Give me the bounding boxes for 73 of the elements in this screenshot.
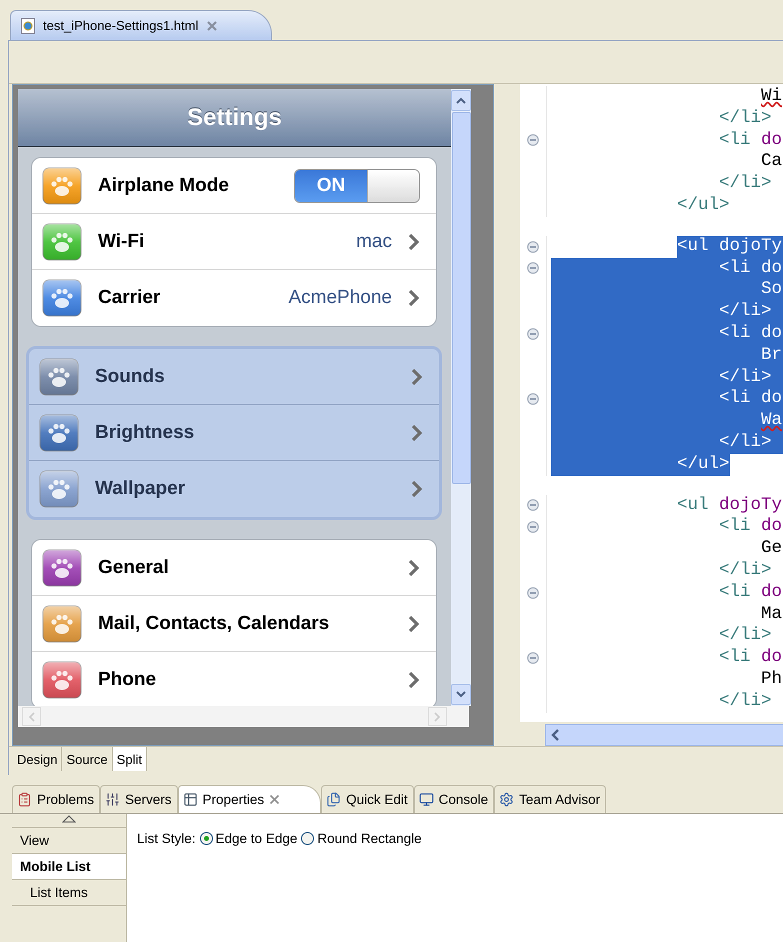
chevron-icon (411, 424, 423, 442)
collapse-icon[interactable] (527, 652, 539, 664)
section-tab[interactable]: Mobile List (12, 854, 126, 880)
panel-tab[interactable]: Servers (100, 785, 178, 813)
toggle-switch[interactable]: ON (294, 168, 420, 202)
code-line: Ma (761, 604, 782, 626)
radio-option[interactable]: Round Rectangle (301, 831, 422, 846)
collapse-icon[interactable] (527, 262, 539, 274)
row-label: Mail, Contacts, Calendars (98, 612, 330, 634)
chevron-icon (408, 289, 420, 307)
code-line: Ca (761, 151, 782, 174)
mode-tab[interactable]: Split (112, 747, 147, 771)
chevron-icon (408, 671, 420, 689)
code-line: <li do (719, 130, 782, 152)
code-line: <ul dojoTy (677, 494, 782, 516)
close-icon[interactable] (269, 794, 280, 805)
up-arrow-icon[interactable] (62, 814, 76, 824)
code-line: </li> (719, 625, 772, 648)
code-line: Wi (761, 86, 782, 108)
mode-tab[interactable]: Design (13, 747, 62, 771)
code-line: Ge (761, 538, 782, 560)
collapse-icon[interactable] (527, 393, 539, 406)
chevron-icon (408, 232, 420, 250)
collapse-icon[interactable] (527, 521, 539, 534)
collapse-icon[interactable] (527, 586, 539, 599)
code-line: </li> (719, 173, 772, 195)
collapse-icon[interactable] (527, 499, 539, 512)
editor-tab[interactable]: test_iPhone-Settings1.html (10, 10, 272, 40)
radio-option[interactable]: Edge to Edge (200, 831, 298, 846)
panel-tab[interactable]: Team Advisor (494, 785, 606, 813)
chevron-icon (411, 480, 423, 498)
sliders-icon (105, 792, 120, 807)
code-line: <li do (719, 516, 782, 538)
collapse-icon[interactable] (527, 328, 539, 340)
row-value: AcmePhone (288, 287, 392, 309)
panel-tab[interactable]: Quick Edit (321, 785, 414, 813)
settings-group[interactable]: General Mail, Contacts, Calendars Phone (31, 539, 437, 706)
row-label: Wallpaper (95, 478, 186, 500)
row-value: mac (356, 230, 392, 252)
gear-icon (499, 792, 514, 807)
row-label: Phone (98, 669, 158, 691)
documents-icon (326, 792, 342, 807)
code-line: Ph (761, 668, 782, 691)
row-label: General (98, 556, 170, 578)
code-line: <li do (719, 582, 782, 604)
panel-tab[interactable]: Properties (178, 785, 322, 813)
row-label: Airplane Mode (98, 174, 230, 196)
vertical-scrollbar[interactable] (451, 89, 471, 706)
chevron-icon (408, 558, 420, 576)
code-line: </li> (719, 108, 772, 130)
code-line: </li> (719, 690, 772, 713)
chevron-icon (411, 368, 423, 386)
row-label: Brightness (95, 422, 196, 444)
row-label: Carrier (98, 287, 162, 309)
horizontal-scrollbar[interactable] (545, 724, 783, 746)
web-page-icon (21, 18, 35, 34)
clipboard-icon (17, 792, 32, 807)
row-label: Sounds (95, 366, 166, 388)
code-line: </li> (719, 560, 772, 582)
field-label: List Style: (137, 831, 196, 846)
code-line: </ul> (677, 194, 730, 217)
panel-tab[interactable]: Console (414, 785, 494, 813)
panel-tab[interactable]: Problems (12, 785, 100, 813)
settings-group[interactable]: Sounds Brightness Wallpaper (26, 346, 442, 520)
settings-title: Settings (187, 104, 282, 132)
table-icon (182, 792, 198, 807)
row-label: Wi-Fi (98, 230, 146, 252)
code-line: <li do (719, 647, 782, 669)
collapse-icon[interactable] (527, 240, 539, 253)
collapse-icon[interactable] (527, 134, 539, 146)
settings-group[interactable]: Airplane Mode ON Wi-Fi mac Carrier AcmePhone (31, 157, 437, 327)
chevron-icon (408, 614, 420, 632)
monitor-icon (418, 792, 434, 807)
